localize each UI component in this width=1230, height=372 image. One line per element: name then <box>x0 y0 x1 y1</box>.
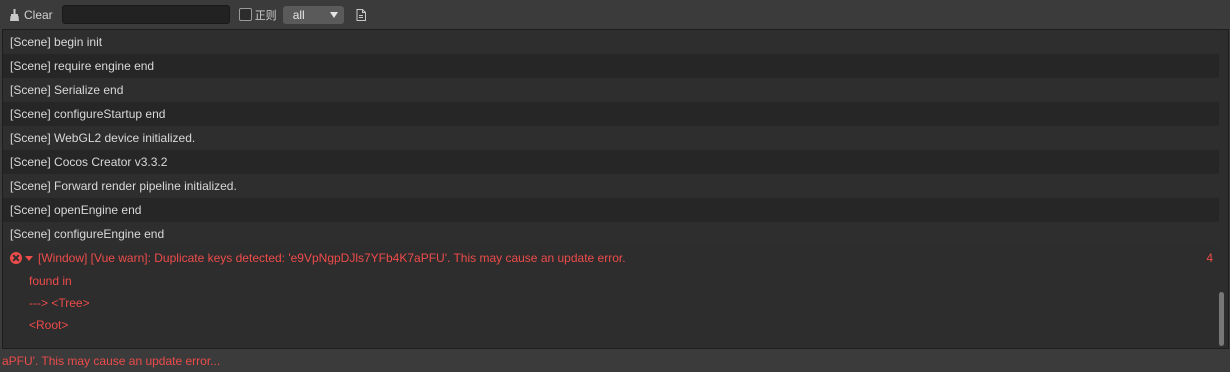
broom-icon <box>10 8 19 21</box>
error-header[interactable]: [Window] [Vue warn]: Duplicate keys dete… <box>3 246 1219 270</box>
filter-input[interactable] <box>61 5 230 24</box>
vertical-scrollbar[interactable] <box>1219 30 1226 348</box>
document-icon <box>356 8 366 21</box>
log-level-select[interactable]: all <box>282 5 344 24</box>
expand-caret-icon[interactable] <box>25 255 33 261</box>
log-entry[interactable]: [Scene] WebGL2 device initialized. <box>3 126 1219 150</box>
log-entry[interactable]: [Scene] openEngine end <box>3 198 1219 222</box>
error-message: [Window] [Vue warn]: Duplicate keys dete… <box>38 251 626 265</box>
clear-label: Clear <box>24 7 53 22</box>
log-level-value: all <box>292 7 305 22</box>
log-entry[interactable]: [Scene] require engine end <box>3 54 1219 78</box>
error-detail-line: <Root> <box>29 318 69 332</box>
log-entry[interactable]: [Scene] configureEngine end <box>3 222 1219 246</box>
open-log-file-button[interactable] <box>356 8 366 21</box>
status-bar: aPFU'. This may cause an update error... <box>0 350 1230 369</box>
log-entry[interactable]: [Scene] Forward render pipeline initiali… <box>3 174 1219 198</box>
regex-checkbox[interactable] <box>238 8 252 21</box>
regex-label: 正则 <box>254 8 277 22</box>
log-entry[interactable]: [Scene] begin init <box>3 30 1219 54</box>
log-list: [Scene] begin init [Scene] require engin… <box>3 30 1219 336</box>
log-entry[interactable]: [Scene] configureStartup end <box>3 102 1219 126</box>
clear-button[interactable]: Clear <box>9 8 53 22</box>
error-detail-line: found in <box>29 274 72 288</box>
error-icon <box>10 252 22 264</box>
chevron-down-icon <box>329 11 338 18</box>
regex-toggle[interactable]: 正则 <box>238 7 277 23</box>
status-message: aPFU'. This may cause an update error... <box>2 354 221 368</box>
error-detail-line: ---> <Tree> <box>29 296 90 310</box>
error-entry[interactable]: [Window] [Vue warn]: Duplicate keys dete… <box>3 246 1219 336</box>
error-count: 4 <box>1206 251 1213 265</box>
console-log-panel[interactable]: [Scene] begin init [Scene] require engin… <box>2 29 1229 349</box>
log-entry[interactable]: [Scene] Serialize end <box>3 78 1219 102</box>
console-toolbar: Clear 正则 all <box>0 0 1230 29</box>
log-entry[interactable]: [Scene] Cocos Creator v3.3.2 <box>3 150 1219 174</box>
scrollbar-thumb[interactable] <box>1219 292 1224 346</box>
